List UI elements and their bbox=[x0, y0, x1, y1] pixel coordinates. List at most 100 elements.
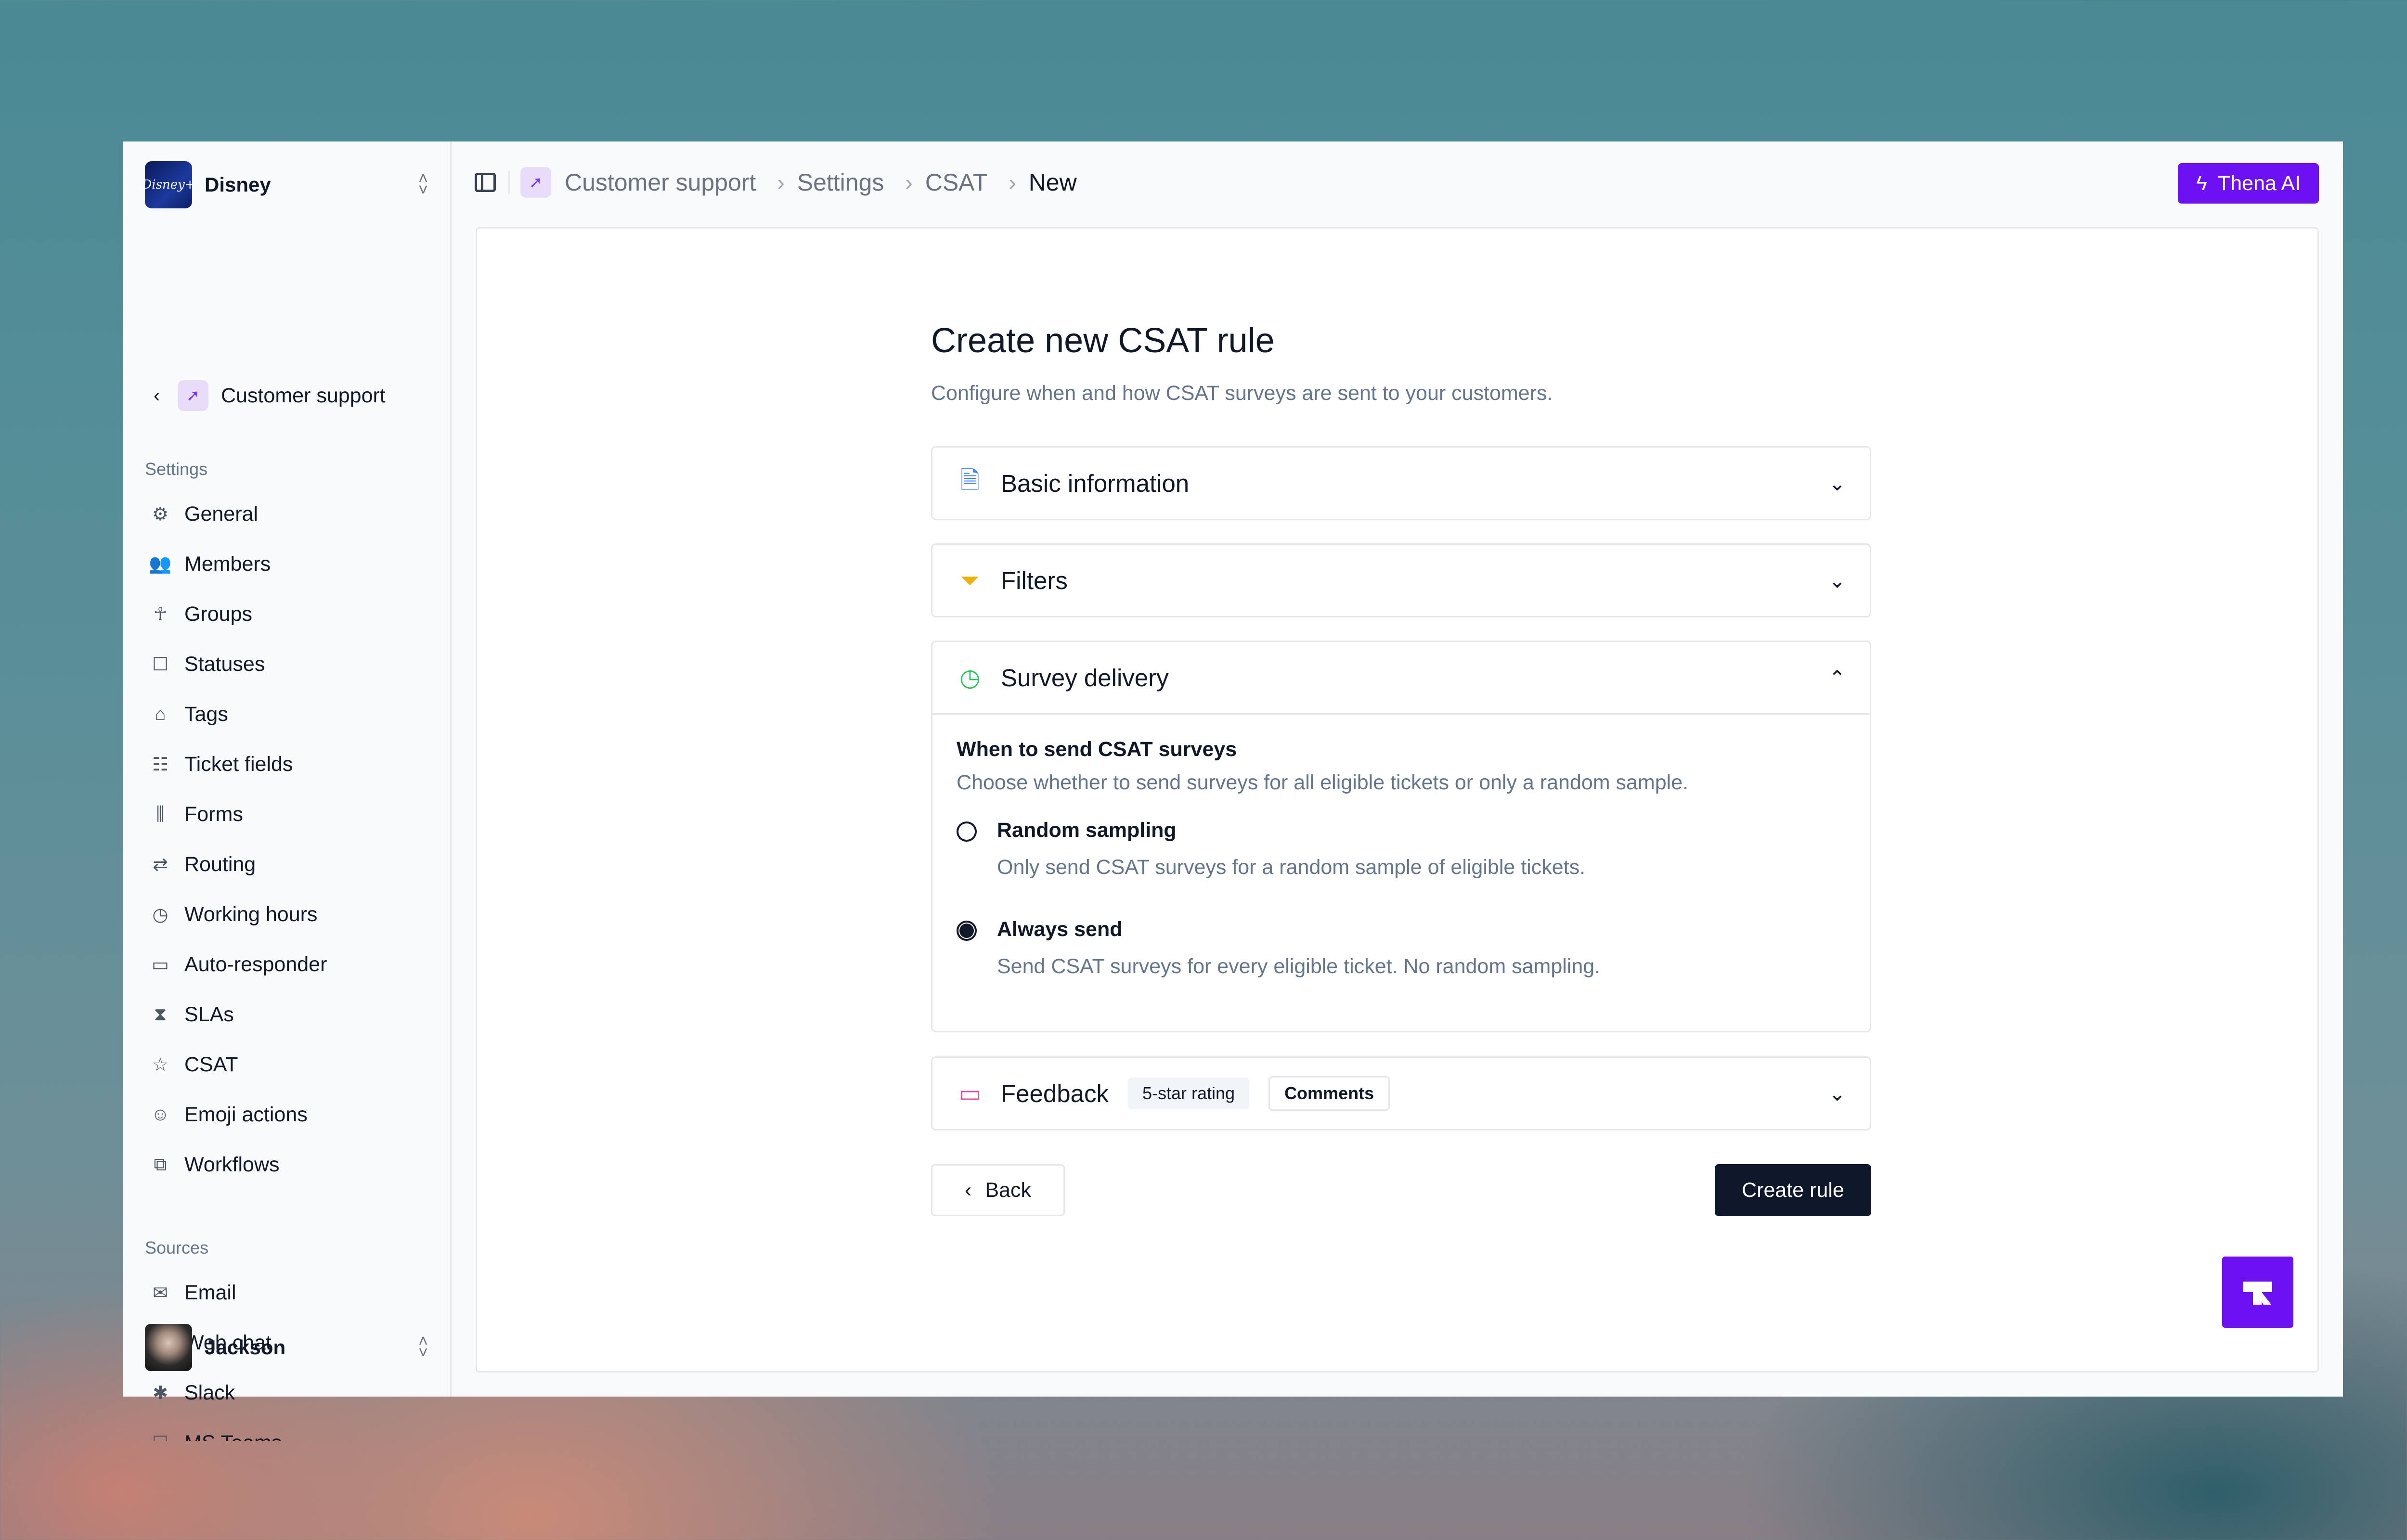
section-filters: ⏷ Filters ⌄ bbox=[931, 543, 1871, 617]
question-description: Choose whether to send surveys for all e… bbox=[957, 771, 1689, 794]
section-title: Basic information bbox=[1001, 469, 1190, 497]
breadcrumb-settings[interactable]: Settings bbox=[797, 168, 884, 196]
option-description: Only send CSAT surveys for a random samp… bbox=[997, 856, 1586, 879]
section-basic-information-header[interactable]: 🗎 Basic information ⌄ bbox=[932, 448, 1870, 519]
workspace-logo: Disney+ bbox=[142, 161, 195, 208]
sidebar-item-slas[interactable]: ⧗ SLAs bbox=[145, 989, 440, 1040]
user-menu[interactable]: Jackson ˄ ˅ bbox=[145, 1323, 428, 1372]
sidebar: Disney+ Disney ˄ ˅ ‹ ➚ Customer support S… bbox=[123, 141, 452, 1441]
section-title: Feedback bbox=[1001, 1079, 1109, 1107]
message-icon: ▭ bbox=[152, 954, 169, 975]
workspace-switcher[interactable]: Disney+ Disney ˄ ˅ bbox=[142, 161, 428, 209]
content-card: Create new CSAT rule Configure when and … bbox=[476, 227, 2319, 1373]
sidebar-item-email[interactable]: ✉ Email bbox=[145, 1268, 440, 1318]
chevron-right-icon: › bbox=[1009, 170, 1016, 195]
sidebar-item-csat[interactable]: ☆ CSAT bbox=[145, 1040, 440, 1090]
sidebar-item-working-hours[interactable]: ◷ Working hours bbox=[145, 889, 440, 939]
settings-nav: ⚙ General 👥 Members ☥ Groups ☐ Statuses ⌂ Tag… bbox=[145, 489, 440, 1190]
breadcrumb-team[interactable]: Customer support bbox=[565, 168, 756, 196]
option-random-sampling[interactable]: Random sampling Only send CSAT surveys f… bbox=[957, 819, 1846, 879]
person-icon: ☥ bbox=[153, 604, 168, 625]
section-title: Filters bbox=[1001, 566, 1068, 594]
team-back-link[interactable]: ‹ ➚ Customer support bbox=[145, 376, 431, 415]
main-area: ➚ Customer support › Settings › CSAT › N… bbox=[452, 141, 2343, 1397]
square-icon: ☐ bbox=[152, 654, 169, 675]
workflow-icon: ⧉ bbox=[154, 1154, 167, 1175]
sidebar-item-members[interactable]: 👥 Members bbox=[145, 539, 440, 589]
user-name: Jackson bbox=[205, 1336, 286, 1359]
thena-ai-button[interactable]: ϟ Thena AI bbox=[2178, 163, 2319, 204]
chevron-left-icon: ‹ bbox=[154, 385, 160, 406]
teams-icon: ☐ bbox=[150, 1432, 171, 1441]
sources-section-label: Sources bbox=[145, 1238, 209, 1258]
sidebar-item-statuses[interactable]: ☐ Statuses bbox=[145, 639, 440, 689]
chevron-right-icon: › bbox=[905, 170, 913, 195]
section-title: Survey delivery bbox=[1001, 664, 1169, 692]
radio-random-sampling[interactable] bbox=[957, 821, 977, 842]
avatar bbox=[145, 1324, 192, 1371]
workspace-name: Disney bbox=[205, 173, 271, 196]
option-always-send[interactable]: Always send Send CSAT surveys for every … bbox=[957, 918, 1846, 978]
back-button[interactable]: ‹ Back bbox=[931, 1164, 1065, 1216]
sidebar-toggle-icon[interactable] bbox=[475, 173, 496, 192]
hourglass-icon: ⧗ bbox=[154, 1004, 167, 1025]
section-survey-delivery-header[interactable]: ◷ Survey delivery ⌃ bbox=[932, 642, 1870, 713]
sidebar-item-routing[interactable]: ⇄ Routing bbox=[145, 839, 440, 889]
filter-icon: ⏷ bbox=[960, 566, 980, 594]
breadcrumb-csat[interactable]: CSAT bbox=[925, 168, 988, 196]
message-square-icon: ▭ bbox=[958, 1080, 982, 1107]
chevron-down-icon: ⌄ bbox=[1828, 1082, 1846, 1105]
chevron-up-icon: ⌃ bbox=[1828, 666, 1846, 689]
section-feedback: ▭ Feedback 5-star rating Comments ⌄ bbox=[931, 1056, 1871, 1130]
option-label: Always send bbox=[997, 918, 1123, 941]
team-name: Customer support bbox=[221, 384, 386, 407]
option-label: Random sampling bbox=[997, 819, 1177, 842]
clock-icon: ◷ bbox=[152, 904, 168, 925]
question-title: When to send CSAT surveys bbox=[957, 738, 1237, 761]
sidebar-item-general[interactable]: ⚙ General bbox=[145, 489, 440, 539]
option-text: Always send Send CSAT surveys for every … bbox=[997, 918, 1600, 978]
divider bbox=[508, 171, 510, 194]
page-subtitle: Configure when and how CSAT surveys are … bbox=[931, 382, 1553, 405]
library-icon: ⫼ bbox=[156, 804, 165, 824]
sidebar-item-emoji-actions[interactable]: ☺ Emoji actions bbox=[145, 1090, 440, 1140]
section-filters-header[interactable]: ⏷ Filters ⌄ bbox=[932, 545, 1870, 616]
users-icon: 👥 bbox=[149, 554, 172, 574]
mail-icon: ✉ bbox=[153, 1283, 168, 1303]
smile-icon: ☺ bbox=[151, 1104, 170, 1125]
option-description: Send CSAT surveys for every eligible tic… bbox=[997, 955, 1601, 978]
badge-comments: Comments bbox=[1268, 1076, 1390, 1111]
app-window: Disney+ Disney ˄ ˅ ‹ ➚ Customer support S… bbox=[123, 141, 2343, 1441]
chevron-up-down-icon: ˄ ˅ bbox=[418, 1332, 428, 1362]
lightning-icon: ϟ bbox=[2196, 171, 2207, 195]
sidebar-item-auto-responder[interactable]: ▭ Auto-responder bbox=[145, 939, 440, 989]
tag-icon: ⌂ bbox=[155, 704, 166, 724]
sidebar-item-slack[interactable]: ✱ Slack bbox=[145, 1368, 440, 1418]
create-rule-button[interactable]: Create rule bbox=[1715, 1164, 1871, 1216]
thena-widget-button[interactable] bbox=[2222, 1257, 2293, 1328]
sidebar-item-forms[interactable]: ⫼ Forms bbox=[145, 789, 440, 839]
sidebar-item-tags[interactable]: ⌂ Tags bbox=[145, 689, 440, 739]
section-survey-delivery: ◷ Survey delivery ⌃ When to send CSAT su… bbox=[931, 641, 1871, 1032]
clock-icon: ◷ bbox=[959, 664, 981, 691]
list-icon: ☷ bbox=[152, 754, 169, 775]
breadcrumb-current: New bbox=[1028, 169, 1077, 196]
sidebar-item-ticket-fields[interactable]: ☷ Ticket fields bbox=[145, 739, 440, 789]
page-title: Create new CSAT rule bbox=[931, 321, 1275, 360]
section-feedback-header[interactable]: ▭ Feedback 5-star rating Comments ⌄ bbox=[932, 1058, 1870, 1129]
radio-always-send[interactable] bbox=[957, 921, 977, 941]
sidebar-item-workflows[interactable]: ⧉ Workflows bbox=[145, 1140, 440, 1190]
survey-delivery-body: When to send CSAT surveys Choose whether… bbox=[932, 713, 1870, 978]
section-basic-information: 🗎 Basic information ⌄ bbox=[931, 446, 1871, 520]
rocket-icon: ➚ bbox=[178, 380, 208, 411]
document-icon: 🗎 bbox=[960, 466, 980, 494]
sidebar-item-groups[interactable]: ☥ Groups bbox=[145, 589, 440, 639]
chevron-left-icon: ‹ bbox=[965, 1178, 972, 1202]
sidebar-item-ms-teams[interactable]: ☐MS Teams bbox=[145, 1418, 440, 1441]
thena-logo-icon bbox=[2243, 1282, 2272, 1305]
badge-5-star-rating: 5-star rating bbox=[1127, 1078, 1250, 1109]
route-icon: ⇄ bbox=[153, 854, 168, 875]
settings-section-label: Settings bbox=[145, 459, 208, 479]
chevron-down-icon: ⌄ bbox=[1828, 472, 1846, 495]
star-icon: ☆ bbox=[152, 1054, 169, 1075]
